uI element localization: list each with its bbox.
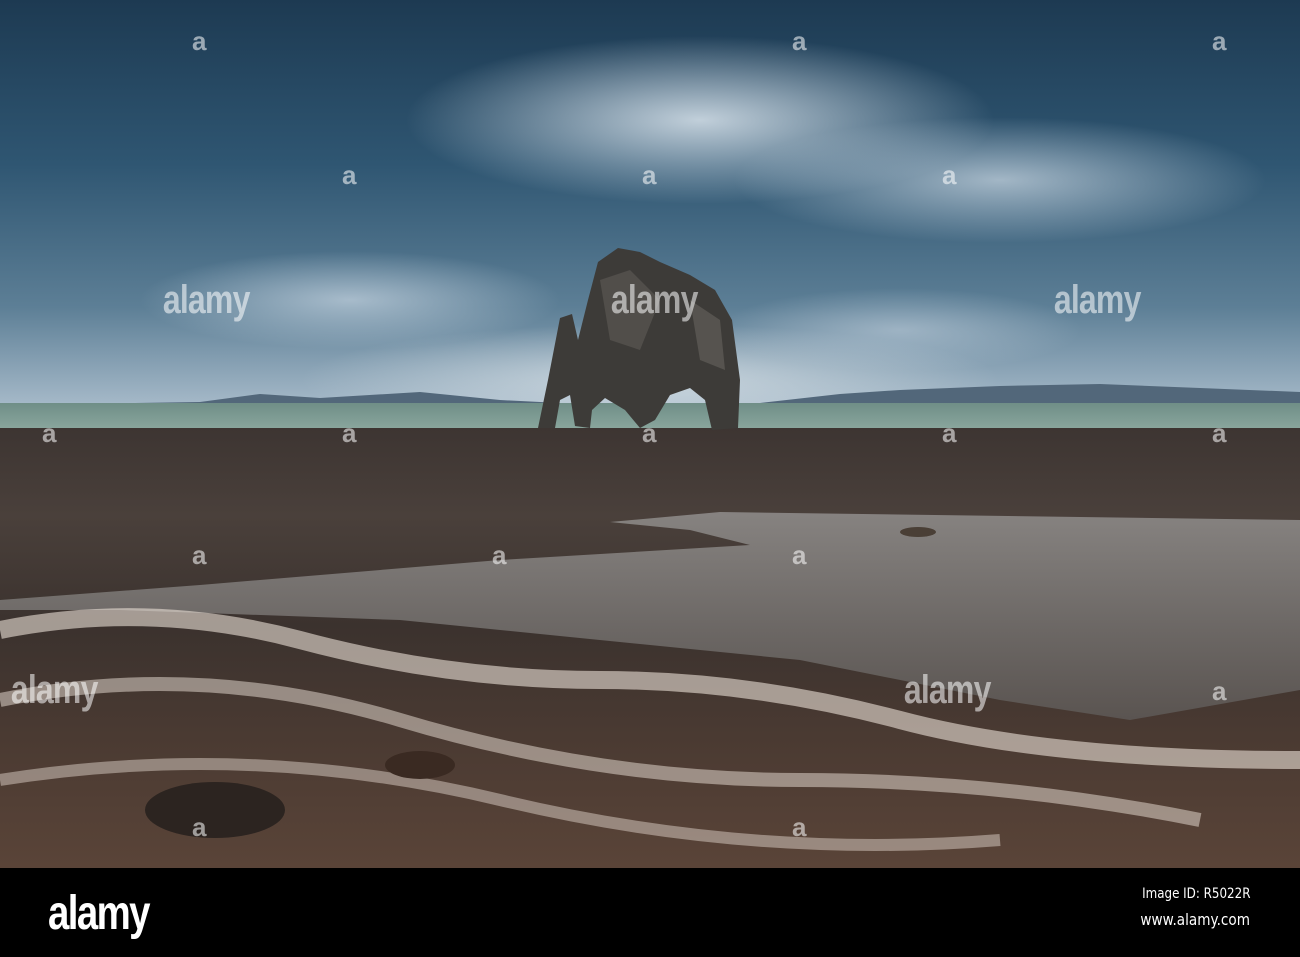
alamy-logo: alamy (48, 887, 150, 940)
watermark-text: alamy (903, 668, 992, 712)
website-url: www.alamy.com (1140, 910, 1250, 929)
watermark-mark: a (42, 418, 57, 448)
watermark-text: alamy (10, 668, 99, 712)
watermark-mark: a (192, 812, 207, 842)
watermark-mark: a (492, 540, 507, 570)
watermark-mark: a (942, 418, 957, 448)
watermark-mark: a (792, 812, 807, 842)
watermark-text: alamy (162, 278, 251, 322)
watermark-mark: a (342, 160, 357, 190)
landscape-photo: alamy alamy alamy alamy alamy a a a a a … (0, 0, 1300, 868)
watermark-text: alamy (610, 278, 699, 322)
watermark-text: alamy (1053, 278, 1142, 322)
watermark-mark: a (642, 160, 657, 190)
watermark-mark: a (942, 160, 957, 190)
watermark-mark: a (1212, 26, 1227, 56)
watermark-mark: a (792, 26, 807, 56)
watermark-mark: a (342, 418, 357, 448)
watermark-mark: a (792, 540, 807, 570)
watermark-mark: a (1212, 418, 1227, 448)
watermark-mark: a (1212, 676, 1227, 706)
footer-bar: alamy Image ID: R5022R www.alamy.com (0, 868, 1300, 957)
watermark-mark: a (192, 26, 207, 56)
watermark-mark: a (642, 418, 657, 448)
watermark-mark: a (192, 540, 207, 570)
image-id: Image ID: R5022R (1141, 886, 1250, 902)
